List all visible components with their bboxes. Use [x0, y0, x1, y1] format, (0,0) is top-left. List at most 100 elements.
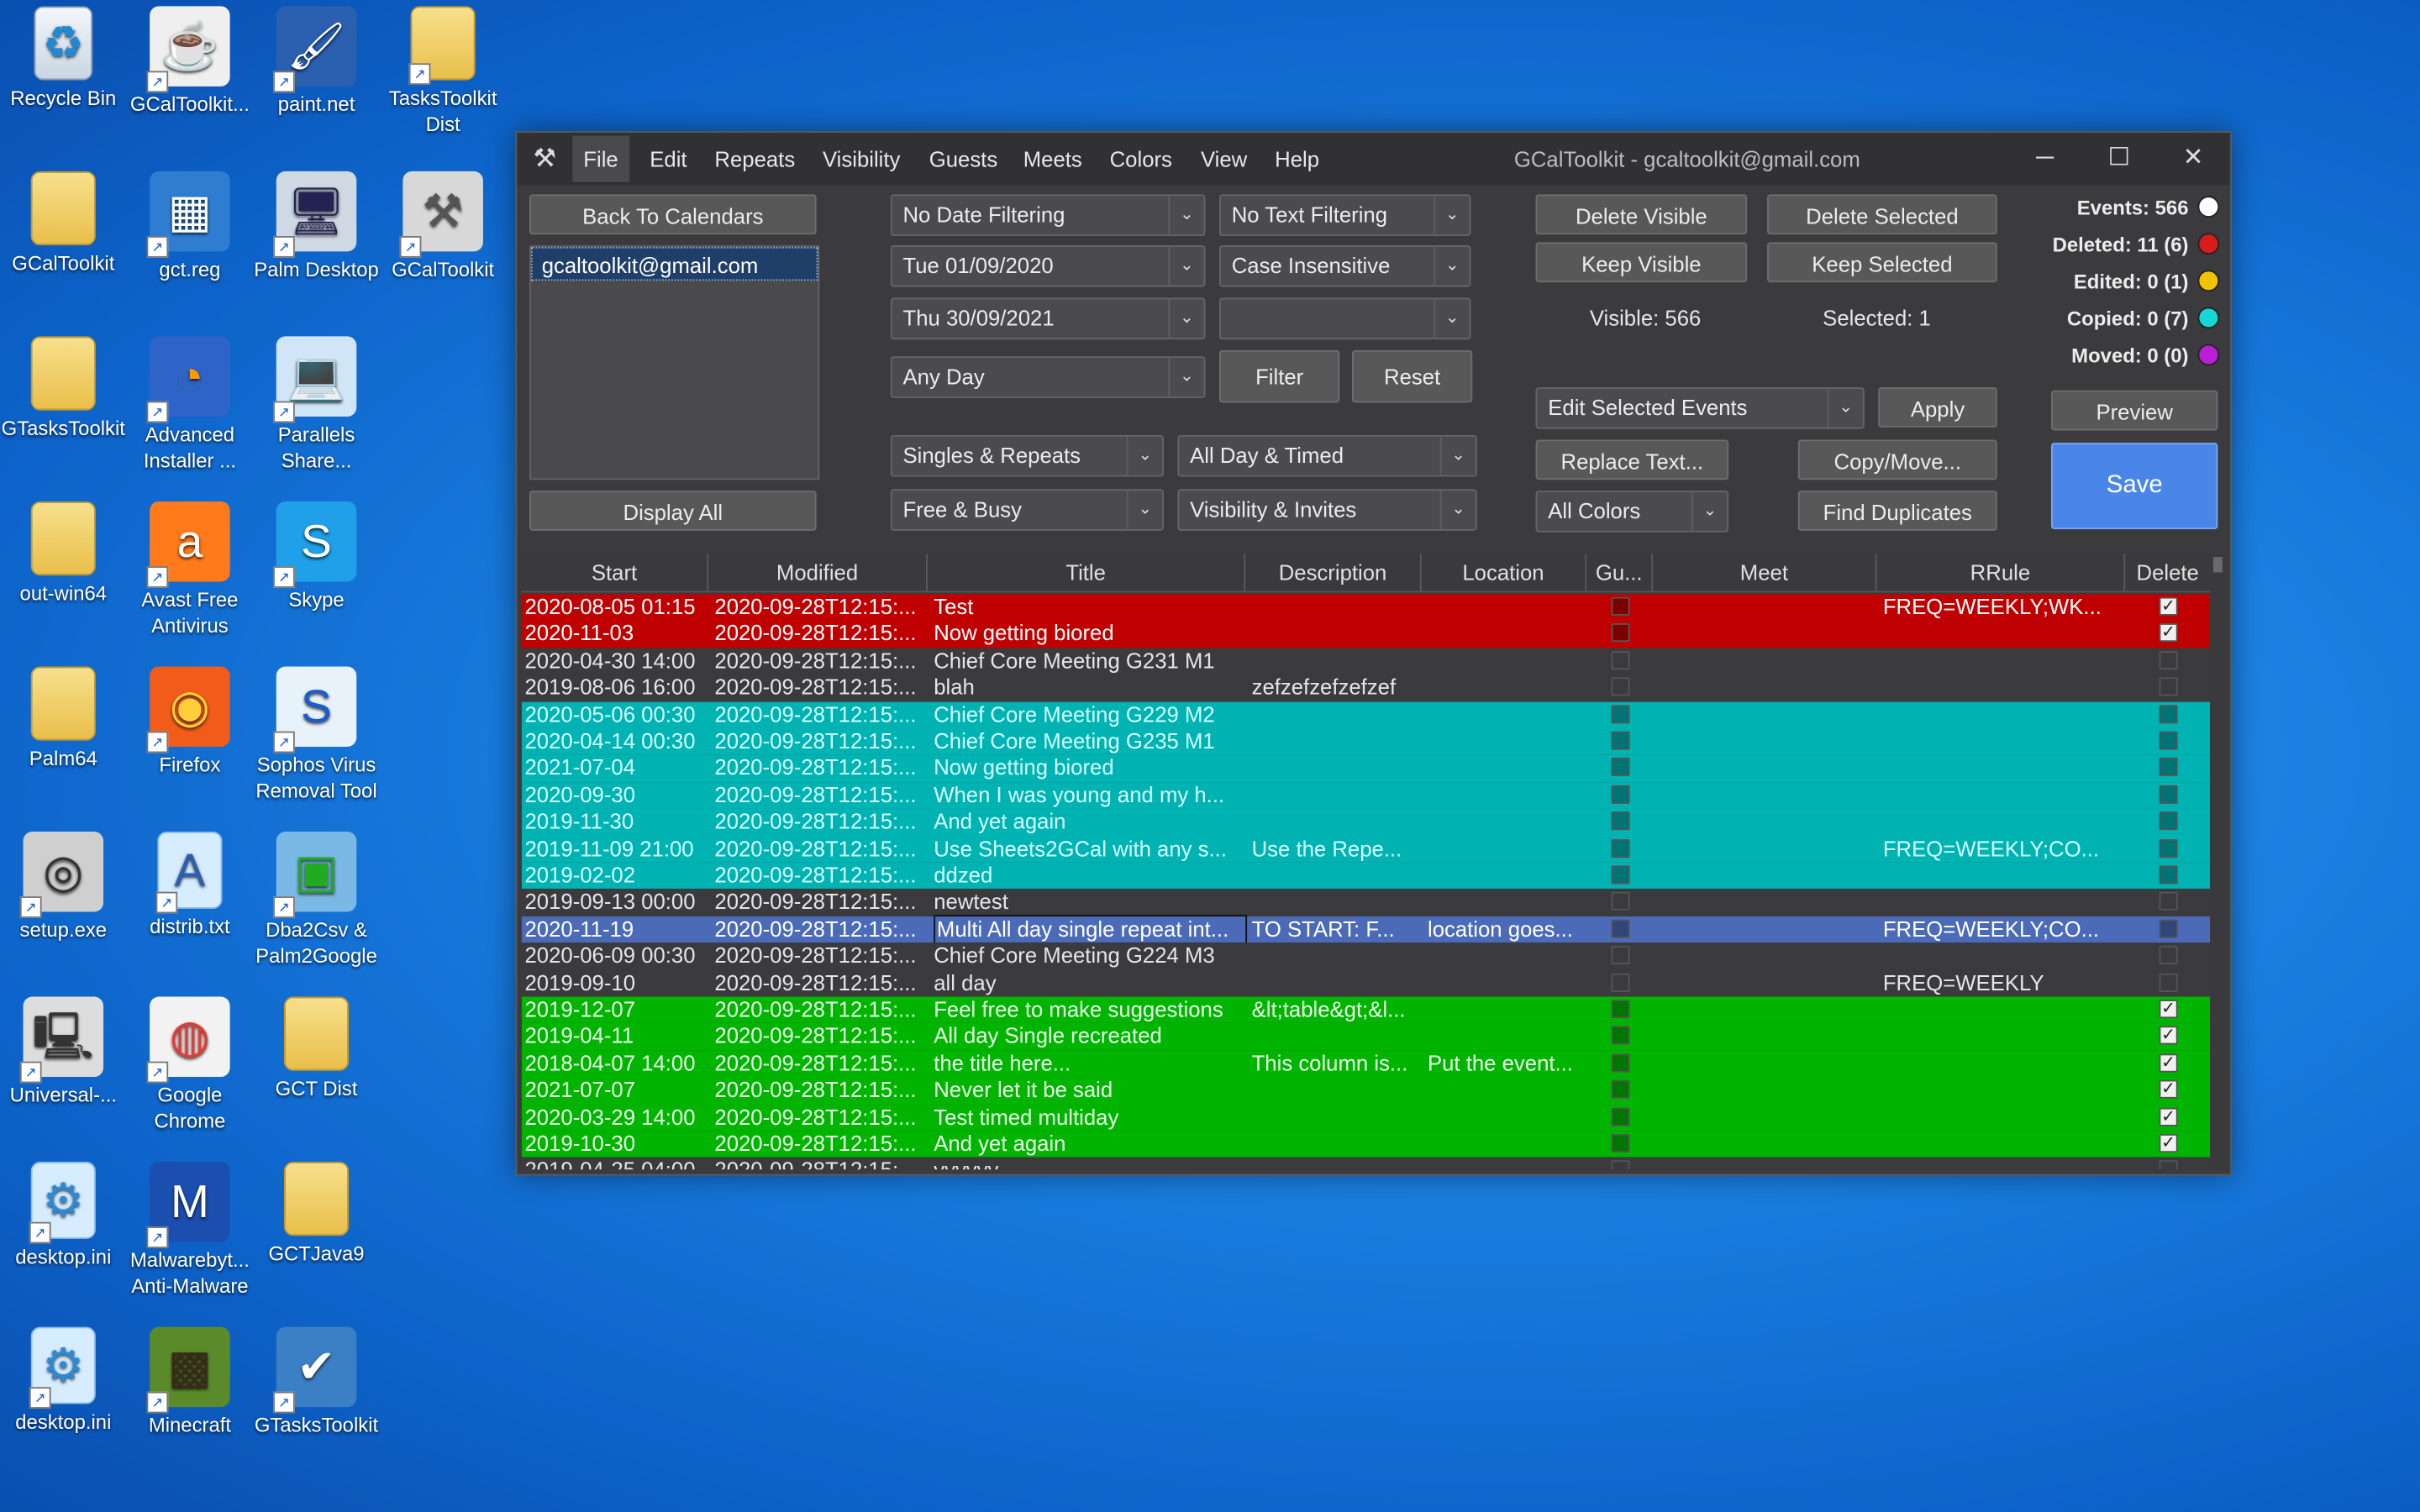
table-row[interactable]: 2020-08-05 01:15 2020-09-28T12:15:... Test… [521, 594, 2211, 622]
desktop-icon[interactable]: 🖳 ↗ Universal-... [0, 996, 127, 1108]
delete-checkbox[interactable] [2159, 677, 2178, 696]
guests-checkbox[interactable] [1611, 677, 1630, 696]
table-row[interactable]: 2020-03-29 14:00 2020-09-28T12:15:... Test… [521, 1104, 2211, 1131]
delete-checkbox[interactable] [2159, 811, 2178, 831]
preview-button[interactable]: Preview [2051, 390, 2218, 431]
table-row[interactable]: 2021-07-07 2020-09-28T12:15:... Never let … [521, 1077, 2211, 1105]
guests-checkbox[interactable] [1611, 1026, 1630, 1046]
delete-checkbox[interactable]: ✓ [2159, 1000, 2178, 1019]
column-header-description[interactable]: Description [1245, 554, 1422, 591]
table-row[interactable]: 2020-05-06 00:30 2020-09-28T12:15:... Chie… [521, 701, 2211, 728]
delete-checkbox[interactable] [2159, 1160, 2178, 1170]
guests-checkbox[interactable] [1611, 919, 1630, 938]
find-duplicates-button[interactable]: Find Duplicates [1797, 491, 1997, 531]
delete-checkbox[interactable] [2159, 838, 2178, 858]
replace-text-button[interactable]: Replace Text... [1535, 439, 1729, 480]
delete-checkbox[interactable] [2159, 946, 2178, 965]
guests-checkbox[interactable] [1611, 596, 1630, 616]
guests-checkbox[interactable] [1611, 838, 1630, 858]
desktop-icon[interactable]: A ↗ distrib.txt [127, 832, 254, 940]
filter-button[interactable]: Filter [1219, 349, 1340, 403]
table-row[interactable]: 2020-04-14 00:30 2020-09-28T12:15:... Chie… [521, 727, 2211, 755]
guests-checkbox[interactable] [1611, 811, 1630, 831]
desktop-icon[interactable]: ⚒ ↗ GCalToolkit [380, 171, 507, 282]
table-row[interactable]: 2020-06-09 00:30 2020-09-28T12:15:... Chie… [521, 942, 2211, 970]
desktop-icon[interactable]: ▣ ↗ Dba2Csv & Palm2Google [253, 832, 380, 969]
visibility-dropdown[interactable]: Visibility & Invites ⌄ [1177, 489, 1477, 531]
table-row[interactable]: 2019-09-13 00:00 2020-09-28T12:15:... newt… [521, 889, 2211, 916]
menu-view[interactable]: View [1190, 136, 1258, 182]
minimize-button[interactable]: ─ [2008, 133, 2082, 185]
table-row[interactable]: 2019-08-06 16:00 2020-09-28T12:15:... blah… [521, 674, 2211, 701]
events-table[interactable]: 2020-08-05 01:15 2020-09-28T12:15:... Test… [521, 594, 2211, 1170]
desktop-icon[interactable]: ◍ ↗ Google Chrome [127, 996, 254, 1134]
delete-checkbox[interactable]: ✓ [2159, 623, 2178, 643]
column-header-meet[interactable]: Meet [1653, 554, 1877, 591]
keep-visible-button[interactable]: Keep Visible [1535, 242, 1748, 283]
desktop-icon[interactable]: ✔ ↗ GTasksToolkit [253, 1326, 380, 1438]
end-date-picker[interactable]: Thu 30/09/2021 ⌄ [890, 297, 1206, 340]
guests-checkbox[interactable] [1611, 1080, 1630, 1100]
display-all-button[interactable]: Display All [529, 491, 817, 531]
busy-dropdown[interactable]: Free & Busy ⌄ [890, 489, 1164, 531]
timing-dropdown[interactable]: All Day & Timed ⌄ [1177, 434, 1477, 477]
delete-checkbox[interactable] [2159, 785, 2178, 804]
column-header-title[interactable]: Title [928, 554, 1246, 591]
desktop-icon[interactable]: ↗ TasksToolkit Dist [380, 6, 507, 137]
guests-checkbox[interactable] [1611, 1160, 1630, 1170]
menu-repeats[interactable]: Repeats [704, 136, 807, 182]
guests-checkbox[interactable] [1611, 704, 1630, 723]
desktop-icon[interactable]: 💻 ↗ Parallels Share... [253, 336, 380, 473]
desktop-icon[interactable]: ◔ ↗ Advanced Installer ... [127, 336, 254, 473]
save-button[interactable]: Save [2051, 443, 2218, 530]
delete-checkbox[interactable]: ✓ [2159, 1107, 2178, 1126]
menu-colors[interactable]: Colors [1099, 136, 1183, 182]
column-header-rrule[interactable]: RRule [1876, 554, 2126, 591]
menu-guests[interactable]: Guests [918, 136, 1008, 182]
calendar-list-item[interactable]: gcaltoolkit@gmail.com [530, 246, 818, 281]
repeats-dropdown[interactable]: Singles & Repeats ⌄ [890, 434, 1164, 477]
column-header-start[interactable]: Start [522, 554, 709, 591]
column-header-guests[interactable]: Gu... [1586, 554, 1654, 591]
table-row[interactable]: 2018-04-07 14:00 2020-09-28T12:15:... the … [521, 1050, 2211, 1078]
case-dropdown[interactable]: Case Insensitive ⌄ [1219, 245, 1471, 287]
day-filter-dropdown[interactable]: Any Day ⌄ [890, 356, 1206, 398]
menu-edit[interactable]: Edit [639, 136, 697, 182]
menu-help[interactable]: Help [1264, 136, 1330, 182]
delete-selected-button[interactable]: Delete Selected [1767, 194, 1997, 235]
table-row[interactable]: 2019-09-10 2020-09-28T12:15:... all day FRE… [521, 969, 2211, 997]
title-bar[interactable]: ⚒ File Edit Repeats Visibility Guests Me… [517, 132, 2231, 186]
table-row[interactable]: 2020-11-19 2020-09-28T12:15:... Multi All … [521, 914, 2211, 944]
delete-checkbox[interactable] [2159, 973, 2178, 992]
table-row[interactable]: 2019-11-30 2020-09-28T12:15:... And yet ag… [521, 808, 2211, 836]
guests-checkbox[interactable] [1611, 973, 1630, 992]
all-colors-dropdown[interactable]: All Colors ⌄ [1535, 491, 1729, 533]
desktop-icon[interactable]: S ↗ Skype [253, 501, 380, 612]
tools-app-icon[interactable]: ⚒ [529, 144, 560, 175]
calendar-list[interactable]: gcaltoolkit@gmail.com [529, 245, 820, 480]
reset-button[interactable]: Reset [1351, 349, 1473, 403]
menu-meets[interactable]: Meets [1013, 136, 1093, 182]
desktop-icon[interactable]: GTasksToolkit [0, 336, 127, 441]
column-header-modified[interactable]: Modified [708, 554, 928, 591]
table-row[interactable]: 2019-02-02 2020-09-28T12:15:... ddzed [521, 862, 2211, 890]
edit-selected-dropdown[interactable]: Edit Selected Events ⌄ [1535, 387, 1865, 429]
delete-checkbox[interactable]: ✓ [2159, 1053, 2178, 1073]
table-row[interactable]: 2020-09-30 2020-09-28T12:15:... When I was… [521, 781, 2211, 809]
delete-checkbox[interactable] [2159, 650, 2178, 669]
table-scrollbar[interactable] [2210, 554, 2226, 1170]
desktop-icon[interactable]: ♻ Recycle Bin [0, 6, 127, 111]
close-button[interactable]: ✕ [2156, 133, 2230, 185]
delete-checkbox[interactable]: ✓ [2159, 1026, 2178, 1046]
back-to-calendars-button[interactable]: Back To Calendars [529, 194, 817, 235]
desktop-icon[interactable]: M ↗ Malwarebyt... Anti-Malware [127, 1162, 254, 1299]
guests-checkbox[interactable] [1611, 892, 1630, 911]
keep-selected-button[interactable]: Keep Selected [1767, 242, 1997, 283]
desktop-icon[interactable]: ◎ ↗ setup.exe [0, 832, 127, 942]
table-row[interactable]: 2019-04-11 2020-09-28T12:15:... All day Si… [521, 1023, 2211, 1051]
delete-checkbox[interactable] [2159, 865, 2178, 885]
table-row[interactable]: 2019-11-09 21:00 2020-09-28T12:15:... Use … [521, 835, 2211, 863]
scrollbar-thumb[interactable] [2212, 557, 2223, 573]
table-row[interactable]: 2020-04-30 14:00 2020-09-28T12:15:... Chie… [521, 648, 2211, 675]
desktop-icon[interactable]: GCT Dist [253, 996, 380, 1102]
